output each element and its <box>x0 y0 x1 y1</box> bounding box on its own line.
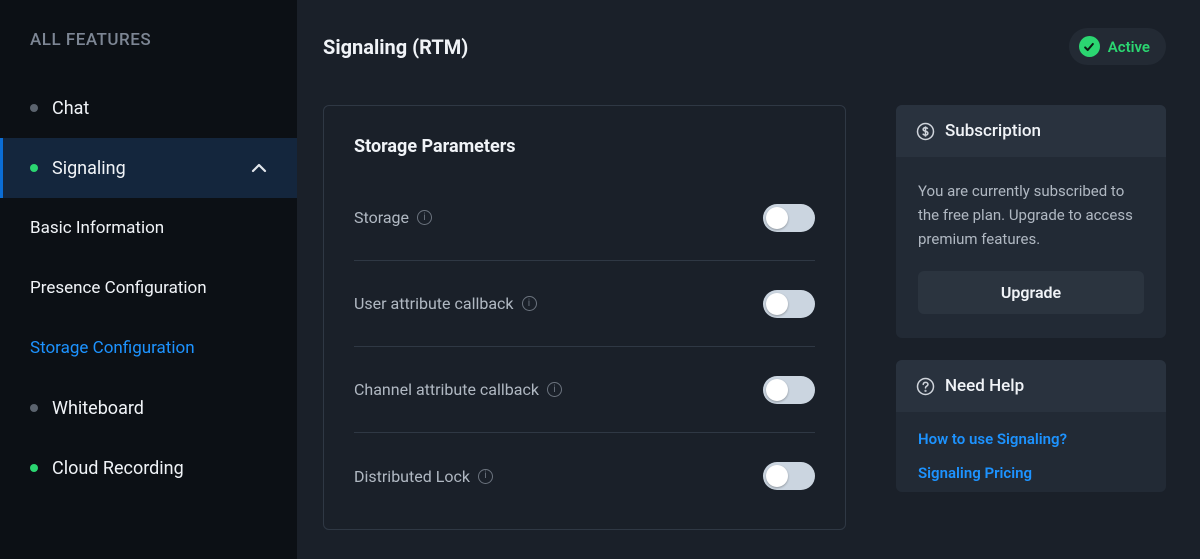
param-row-user-attribute-callback: User attribute callback i <box>354 261 815 347</box>
content-row: Storage Parameters Storage i User attrib… <box>323 105 1166 530</box>
param-label-text: User attribute callback <box>354 294 514 313</box>
subscription-body: You are currently subscribed to the free… <box>896 157 1166 338</box>
subscription-header: Subscription <box>896 105 1166 157</box>
status-dot <box>30 464 38 472</box>
sidebar-item-chat[interactable]: Chat <box>0 78 297 138</box>
param-label: Distributed Lock i <box>354 467 493 486</box>
param-label-text: Storage <box>354 208 409 227</box>
param-label: User attribute callback i <box>354 294 537 313</box>
subscription-title: Subscription <box>945 121 1041 141</box>
main: Signaling (RTM) Active Storage Parameter… <box>297 0 1200 559</box>
dollar-circle-icon <box>916 122 935 141</box>
subnav-item-basic-information[interactable]: Basic Information <box>0 198 297 258</box>
help-link-how-to-use-signaling[interactable]: How to use Signaling? <box>918 430 1144 448</box>
subnav-item-label: Presence Configuration <box>30 278 207 298</box>
sidebar-item-label: Signaling <box>52 158 126 179</box>
info-icon[interactable]: i <box>547 382 562 397</box>
sidebar-item-label: Chat <box>52 98 89 119</box>
info-icon[interactable]: i <box>478 469 493 484</box>
status-text: Active <box>1108 38 1150 56</box>
sidebar-item-signaling[interactable]: Signaling <box>0 138 297 198</box>
status-badge: Active <box>1069 28 1166 65</box>
status-dot <box>30 164 38 172</box>
info-icon[interactable]: i <box>522 296 537 311</box>
storage-parameters-title: Storage Parameters <box>354 136 815 157</box>
page-header: Signaling (RTM) Active <box>323 28 1166 65</box>
param-row-storage: Storage i <box>354 175 815 261</box>
status-dot <box>30 104 38 112</box>
param-row-distributed-lock: Distributed Lock i <box>354 433 815 519</box>
question-circle-icon <box>916 377 935 396</box>
toggle-channel-attribute-callback[interactable] <box>763 376 815 404</box>
sidebar: ALL FEATURES Chat Signaling Basic Inform… <box>0 0 297 559</box>
toggle-distributed-lock[interactable] <box>763 462 815 490</box>
subscription-description: You are currently subscribed to the free… <box>918 179 1144 251</box>
check-badge-icon <box>1079 36 1100 57</box>
sidebar-title: ALL FEATURES <box>0 0 297 78</box>
help-link-signaling-pricing[interactable]: Signaling Pricing <box>918 464 1144 482</box>
sidebar-item-whiteboard[interactable]: Whiteboard <box>0 378 297 438</box>
subscription-card: Subscription You are currently subscribe… <box>896 105 1166 338</box>
subnav-item-label: Basic Information <box>30 218 164 238</box>
subnav-item-label: Storage Configuration <box>30 338 195 358</box>
subnav-item-storage-configuration[interactable]: Storage Configuration <box>0 318 297 378</box>
sidebar-item-label: Whiteboard <box>52 398 144 419</box>
info-icon[interactable]: i <box>417 210 432 225</box>
need-help-links: How to use Signaling? Signaling Pricing <box>896 412 1166 492</box>
chevron-up-icon <box>251 163 267 173</box>
param-row-channel-attribute-callback: Channel attribute callback i <box>354 347 815 433</box>
param-label: Storage i <box>354 208 432 227</box>
param-label-text: Channel attribute callback <box>354 380 539 399</box>
need-help-title: Need Help <box>945 376 1024 396</box>
right-rail: Subscription You are currently subscribe… <box>896 105 1166 530</box>
sidebar-subnav-signaling: Basic Information Presence Configuration… <box>0 198 297 378</box>
toggle-storage[interactable] <box>763 204 815 232</box>
param-label: Channel attribute callback i <box>354 380 562 399</box>
sidebar-nav: Chat Signaling Basic Information Presenc… <box>0 78 297 498</box>
need-help-header: Need Help <box>896 360 1166 412</box>
param-label-text: Distributed Lock <box>354 467 470 486</box>
sidebar-item-label: Cloud Recording <box>52 458 184 479</box>
toggle-user-attribute-callback[interactable] <box>763 290 815 318</box>
subnav-item-presence-configuration[interactable]: Presence Configuration <box>0 258 297 318</box>
sidebar-item-cloud-recording[interactable]: Cloud Recording <box>0 438 297 498</box>
need-help-card: Need Help How to use Signaling? Signalin… <box>896 360 1166 492</box>
upgrade-button[interactable]: Upgrade <box>918 271 1144 314</box>
page-title: Signaling (RTM) <box>323 35 468 59</box>
storage-parameters-card: Storage Parameters Storage i User attrib… <box>323 105 846 530</box>
status-dot <box>30 404 38 412</box>
